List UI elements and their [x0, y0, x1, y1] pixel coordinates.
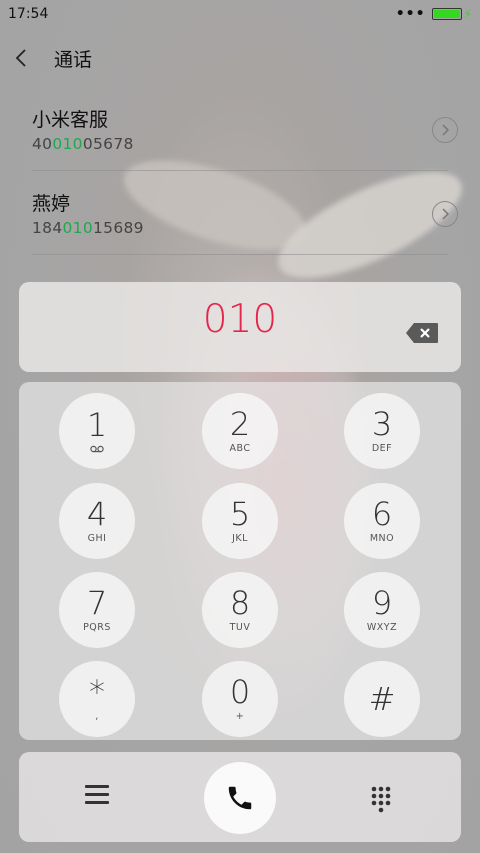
- page-title: 通话: [54, 48, 93, 71]
- key-2[interactable]: 2 ABC: [202, 393, 278, 469]
- dialpad-icon: [371, 786, 391, 813]
- call-button[interactable]: [204, 762, 276, 834]
- key-0[interactable]: 0 +: [202, 661, 278, 737]
- contact-name: 小米客服: [32, 109, 109, 131]
- contact-detail-button[interactable]: [432, 117, 458, 143]
- voicemail-icon: [90, 445, 104, 453]
- battery-icon: [431, 8, 462, 20]
- chevron-right-icon: [442, 124, 449, 136]
- chevron-right-icon: [442, 208, 449, 220]
- key-5[interactable]: 5 JKL: [202, 483, 278, 559]
- header: 通话: [0, 38, 480, 78]
- contact-number: 18401015689: [32, 219, 144, 237]
- backspace-icon: [406, 323, 438, 343]
- status-bar: 17:54 ••• ⚡: [0, 0, 480, 28]
- status-time: 17:54: [8, 6, 49, 22]
- dialed-number-panel: 010: [19, 282, 461, 372]
- dialpad-toggle-button[interactable]: [370, 785, 392, 813]
- dialed-number: 010: [202, 297, 278, 342]
- key-9[interactable]: 9 WXYZ: [344, 572, 420, 648]
- key-1[interactable]: 1: [59, 393, 135, 469]
- key-3[interactable]: 3 DEF: [344, 393, 420, 469]
- key-6[interactable]: 6 MNO: [344, 483, 420, 559]
- key-4[interactable]: 4 GHI: [59, 483, 135, 559]
- back-button[interactable]: [14, 42, 54, 75]
- contact-name: 燕婷: [32, 193, 71, 215]
- signal-dots-icon: •••: [395, 6, 426, 22]
- phone-icon: [228, 786, 252, 810]
- backspace-button[interactable]: [405, 322, 439, 344]
- status-icons: ••• ⚡: [396, 6, 472, 22]
- key-8[interactable]: 8 TUV: [202, 572, 278, 648]
- menu-icon: [85, 785, 109, 804]
- key-7[interactable]: 7 PQRS: [59, 572, 135, 648]
- contact-detail-button[interactable]: [432, 201, 458, 227]
- contact-result[interactable]: 燕婷 18401015689: [32, 171, 458, 255]
- key-hash[interactable]: #: [344, 661, 420, 737]
- key-star[interactable]: *,: [59, 661, 135, 737]
- menu-button[interactable]: [85, 785, 109, 805]
- contact-number: 4001005678: [32, 135, 134, 153]
- bottom-action-bar: [19, 752, 461, 842]
- keypad: 1 2 ABC 3 DEF 4 GHI 5 JKL 6 MNO 7 PQRS 8 TUV 9W…: [19, 382, 461, 740]
- chevron-left-icon: [15, 48, 26, 67]
- charging-icon: ⚡: [463, 7, 472, 21]
- contact-result[interactable]: 小米客服 4001005678: [32, 87, 458, 171]
